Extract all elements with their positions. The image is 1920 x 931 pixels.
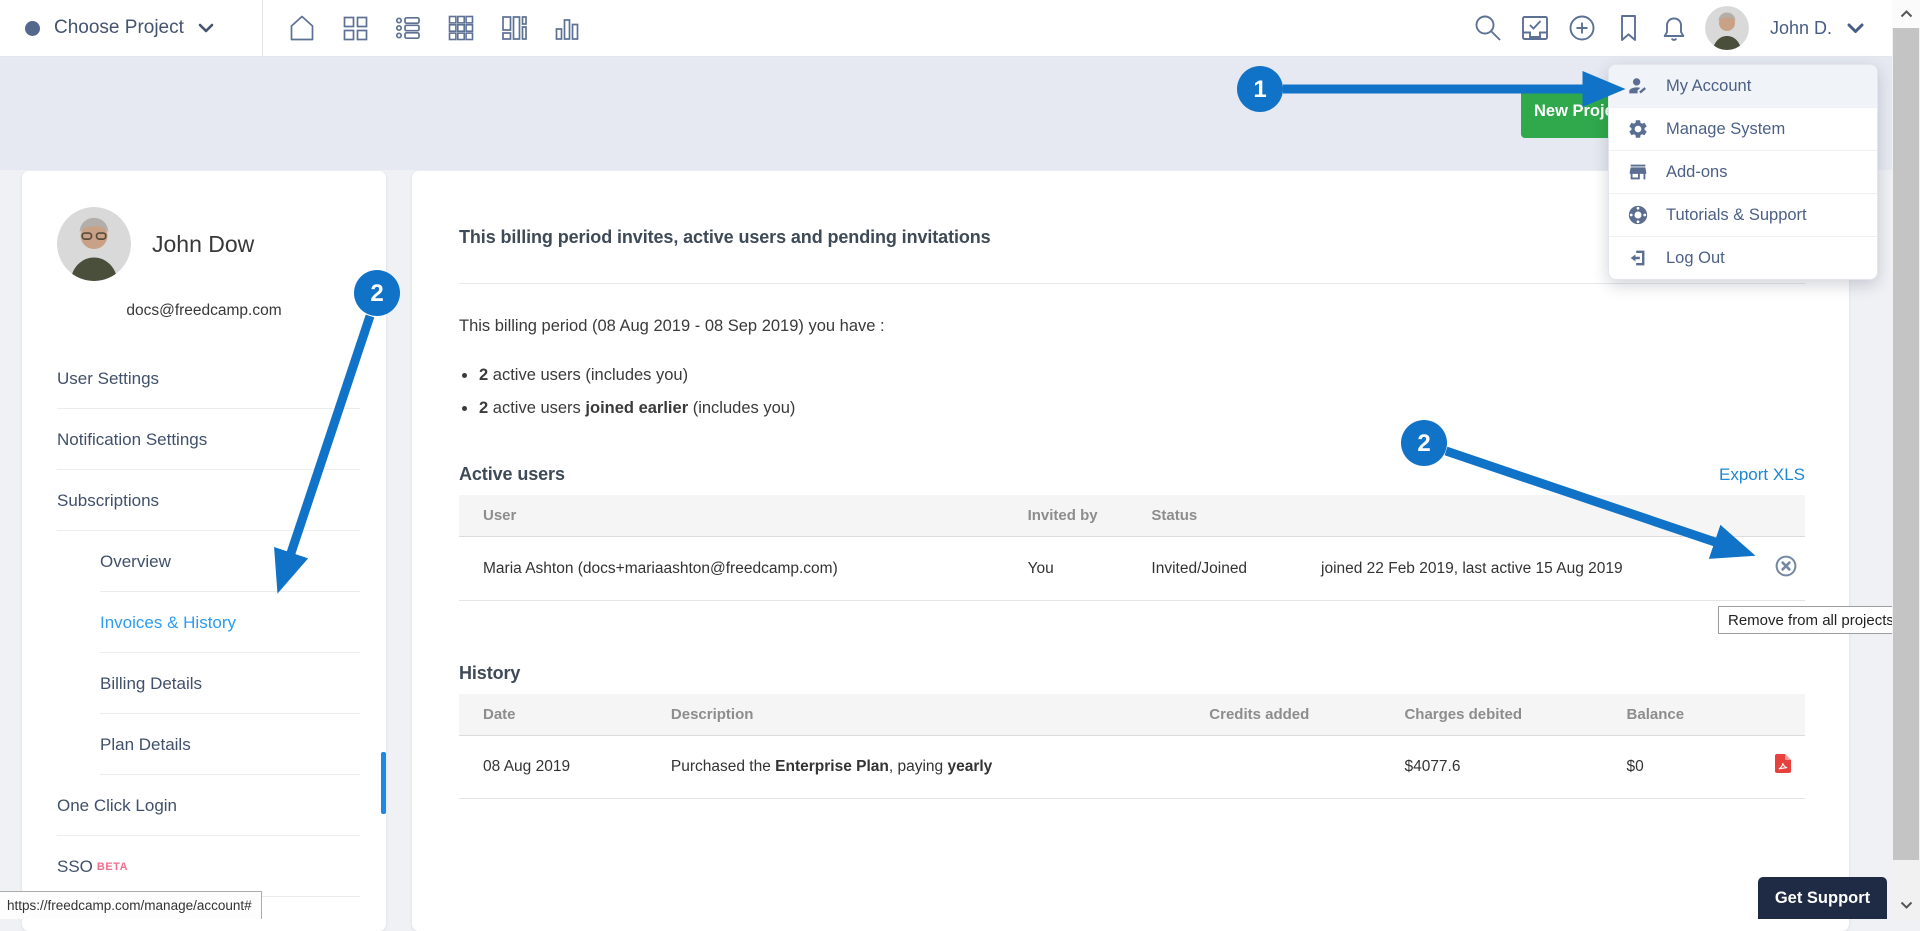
user-avatar[interactable] xyxy=(1705,6,1749,50)
active-users-title: Active users xyxy=(459,464,565,485)
profile-name: John Dow xyxy=(152,231,254,258)
project-selector-label: Choose Project xyxy=(54,17,184,39)
col-actions xyxy=(1755,495,1805,537)
bookmarks-icon[interactable] xyxy=(1613,12,1643,44)
pdf-invoice-icon[interactable] xyxy=(1774,754,1791,775)
remove-tooltip: Remove from all projects xyxy=(1718,606,1904,634)
sidebar-item-notification-settings[interactable]: Notification Settings xyxy=(22,409,386,470)
scrollbar-thumb[interactable] xyxy=(1893,28,1919,860)
tasks-list-icon[interactable] xyxy=(393,13,423,43)
invited-by-cell: You xyxy=(1018,537,1142,601)
logout-icon xyxy=(1627,247,1649,269)
title-divider xyxy=(459,283,1805,284)
menu-item-tutorials-support[interactable]: Tutorials & Support xyxy=(1609,194,1877,237)
store-icon xyxy=(1627,161,1649,183)
col-invoice xyxy=(1751,694,1805,736)
menu-item-my-account[interactable]: My Account xyxy=(1609,65,1877,108)
col-user: User xyxy=(459,495,1018,537)
scroll-down-icon[interactable] xyxy=(1892,891,1920,919)
activity-cell: joined 22 Feb 2019, last active 15 Aug 2… xyxy=(1311,537,1755,601)
life-ring-icon xyxy=(1627,204,1649,226)
user-cell: Maria Ashton (docs+mariaashton@freedcamp… xyxy=(459,537,1018,601)
home-icon[interactable] xyxy=(287,13,317,43)
history-table: Date Description Credits added Charges d… xyxy=(459,694,1805,799)
charges-cell: $4077.6 xyxy=(1394,736,1616,799)
account-sidebar: John Dow docs@freedcamp.com User Setting… xyxy=(22,171,386,931)
person-edit-icon xyxy=(1627,75,1649,97)
col-date: Date xyxy=(459,694,661,736)
billing-content-card: This billing period invites, active user… xyxy=(412,171,1849,931)
profile-email: docs@freedcamp.com xyxy=(22,302,386,320)
sidebar-item-subscriptions[interactable]: Subscriptions xyxy=(22,470,386,531)
dashboard-grid-icon[interactable] xyxy=(340,13,370,43)
tasks-inbox-icon[interactable] xyxy=(1519,12,1551,44)
status-cell: Invited/Joined xyxy=(1141,537,1311,601)
credits-cell xyxy=(1199,736,1394,799)
date-cell: 08 Aug 2019 xyxy=(459,736,661,799)
balance-cell: $0 xyxy=(1617,736,1752,799)
export-xls-link[interactable]: Export XLS xyxy=(1719,465,1805,485)
description-cell: Purchased the Enterprise Plan, paying ye… xyxy=(661,736,1199,799)
sidebar-item-user-settings[interactable]: User Settings xyxy=(22,348,386,409)
active-item-indicator xyxy=(381,752,386,814)
user-menu-trigger[interactable]: John D. xyxy=(1770,18,1832,39)
add-icon[interactable] xyxy=(1566,12,1598,44)
notifications-bell-icon[interactable] xyxy=(1658,12,1690,44)
top-navbar: Choose Project John D. xyxy=(0,0,1920,57)
menu-item-label: Add-ons xyxy=(1666,163,1727,182)
sidebar-item-sso[interactable]: SSOBETA xyxy=(22,836,386,897)
page-scrollbar[interactable] xyxy=(1892,0,1920,919)
sidebar-item-one-click-login[interactable]: One Click Login xyxy=(22,775,386,836)
sidebar-item-overview[interactable]: Overview xyxy=(22,531,386,592)
sidebar-item-invoices-history[interactable]: Invoices & History xyxy=(22,592,386,653)
chevron-down-icon[interactable] xyxy=(1847,23,1864,34)
sidebar-item-billing-details[interactable]: Billing Details xyxy=(22,653,386,714)
history-title: History xyxy=(459,663,1805,684)
col-description: Description xyxy=(661,694,1199,736)
project-color-dot xyxy=(25,21,40,36)
menu-item-log-out[interactable]: Log Out xyxy=(1609,237,1877,279)
col-invited-by: Invited by xyxy=(1018,495,1142,537)
freedcamp-account-page: Choose Project John D. New Project xyxy=(0,0,1920,919)
boards-icon[interactable] xyxy=(499,13,529,43)
profile-avatar xyxy=(57,207,131,281)
menu-item-add-ons[interactable]: Add-ons xyxy=(1609,151,1877,194)
get-support-button[interactable]: Get Support xyxy=(1758,877,1887,919)
apps-grid-icon[interactable] xyxy=(446,13,476,43)
bullet-active-users: 2 active users (includes you) xyxy=(459,366,1805,385)
active-users-table: User Invited by Status Maria Ashton (doc… xyxy=(459,495,1805,601)
col-balance: Balance xyxy=(1617,694,1752,736)
remove-user-icon[interactable] xyxy=(1775,555,1797,577)
status-bar-url: https://freedcamp.com/manage/account# xyxy=(0,891,262,919)
col-charges-debited: Charges debited xyxy=(1394,694,1616,736)
page-title: This billing period invites, active user… xyxy=(459,227,1805,248)
menu-item-label: Log Out xyxy=(1666,249,1725,268)
chevron-down-icon xyxy=(198,23,214,33)
menu-item-label: Tutorials & Support xyxy=(1666,206,1807,225)
navbar-divider xyxy=(262,0,263,56)
sidebar-item-plan-details[interactable]: Plan Details xyxy=(22,714,386,775)
menu-item-label: Manage System xyxy=(1666,120,1785,139)
menu-item-label: My Account xyxy=(1666,77,1751,96)
scroll-up-icon[interactable] xyxy=(1892,0,1920,28)
project-selector[interactable]: Choose Project xyxy=(0,17,214,39)
bullet-joined-earlier: 2 active users joined earlier (includes … xyxy=(459,399,1805,418)
table-row: Maria Ashton (docs+mariaashton@freedcamp… xyxy=(459,537,1805,601)
user-dropdown-menu: My Account Manage System Add-ons Tutoria… xyxy=(1608,64,1878,280)
beta-badge: BETA xyxy=(97,861,128,873)
table-row: 08 Aug 2019 Purchased the Enterprise Pla… xyxy=(459,736,1805,799)
menu-item-manage-system[interactable]: Manage System xyxy=(1609,108,1877,151)
col-credits-added: Credits added xyxy=(1199,694,1394,736)
col-status: Status xyxy=(1141,495,1311,537)
search-icon[interactable] xyxy=(1472,12,1504,44)
col-activity xyxy=(1311,495,1755,537)
billing-period-line: This billing period (08 Aug 2019 - 08 Se… xyxy=(459,317,1805,336)
billing-bullets: 2 active users (includes you) 2 active u… xyxy=(459,366,1805,418)
gear-icon xyxy=(1627,118,1649,140)
reports-chart-icon[interactable] xyxy=(552,13,582,43)
